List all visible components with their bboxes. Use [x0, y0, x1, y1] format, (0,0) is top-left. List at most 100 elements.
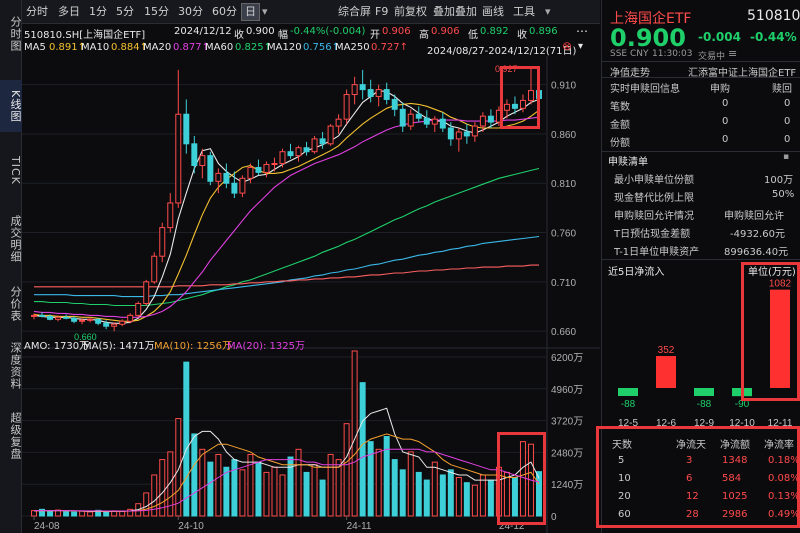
ma250-value: 0.727↑	[371, 42, 409, 53]
tab-trade-detail[interactable]: 成交明细	[0, 208, 22, 270]
volume-bar	[279, 474, 286, 517]
tools-chevron-down-icon[interactable]: ▾	[542, 3, 554, 21]
last-close-value: 0.896	[529, 26, 558, 37]
cash-diff-label: T日预估现金差额	[614, 229, 691, 240]
inflow-date-label: 12-9	[694, 418, 714, 428]
inflow-days-cell: 28	[686, 509, 699, 520]
days-cell: 5	[618, 455, 625, 466]
candle-body	[247, 166, 254, 179]
left-vertical-tabs: 分时图 K线图 TICK 成交明细 分价表 深度资料 超级复盘	[0, 0, 22, 533]
period-60min[interactable]: 60分	[209, 3, 240, 21]
candle-body	[199, 155, 206, 166]
period-timeshare[interactable]: 分时	[23, 3, 51, 21]
period-5min[interactable]: 5分	[113, 3, 137, 21]
volume-bar	[391, 459, 398, 517]
draw-line-button[interactable]: 画线	[479, 3, 507, 21]
high-value: 0.906	[431, 26, 460, 37]
volume-bar	[431, 461, 438, 517]
amo-legend: AMO: 1730万	[24, 341, 90, 352]
tab-timeshare[interactable]: 分时图	[0, 4, 22, 64]
date-label: 2024/12/12	[174, 26, 232, 37]
volume-bar	[327, 453, 334, 517]
volume-bar	[415, 471, 422, 517]
period-1min[interactable]: 1分	[86, 3, 110, 21]
fund-code: 510810	[747, 8, 800, 24]
candle-body	[119, 320, 126, 325]
tab-price-table[interactable]: 分价表	[0, 280, 22, 328]
hamburger-icon[interactable]: ≡	[728, 47, 737, 60]
composite-screen-button[interactable]: 综合屏	[335, 3, 374, 21]
candle-body	[383, 89, 390, 100]
inflow-value-label: -90	[735, 399, 750, 410]
candle-body	[423, 117, 430, 125]
candle-body	[255, 166, 262, 173]
last-close-label: 收	[517, 30, 527, 41]
tab-tick[interactable]: TICK	[0, 140, 22, 200]
candle-body	[463, 131, 470, 137]
expand-icon[interactable]: ▪	[783, 152, 789, 162]
candle-body	[127, 314, 134, 322]
inflow-amount-cell: 1025	[722, 491, 748, 502]
f9-button[interactable]: F9	[372, 3, 391, 21]
inflow-bar	[656, 356, 676, 388]
more-icon[interactable]: ⋯	[576, 24, 588, 38]
close-icon[interactable]: ⊗	[562, 39, 572, 53]
inflow-rate-cell: 0.49%	[768, 509, 800, 520]
tools-button[interactable]: 工具	[510, 3, 538, 21]
ma-line-ma60	[34, 167, 540, 307]
inflow-bar	[618, 388, 638, 396]
volume-bar	[503, 471, 510, 517]
inflow-date-label: 12-6	[656, 418, 676, 428]
currency-label: CNY	[630, 49, 649, 59]
count-label: 笔数	[610, 102, 630, 113]
tab-kline[interactable]: K线图	[0, 80, 22, 132]
candle-body	[375, 89, 382, 97]
inflow-value-label: -88	[621, 399, 636, 410]
volume-bar	[455, 477, 462, 517]
tab-super-replay[interactable]: 超级复盘	[0, 405, 22, 467]
range-chevron-down-icon[interactable]: ▾	[578, 41, 583, 52]
period-30min[interactable]: 30分	[175, 3, 206, 21]
tab-depth-info[interactable]: 深度资料	[0, 335, 22, 397]
volume-bar	[231, 459, 238, 517]
candle-body	[519, 99, 526, 109]
candle-body	[495, 109, 502, 123]
ma-line-ma10	[33, 102, 540, 322]
period-multiday[interactable]: 多日	[55, 3, 83, 21]
overlay-button[interactable]: 叠加叠加	[430, 3, 480, 21]
volume-bar	[79, 510, 86, 517]
period-daily[interactable]: 日	[241, 3, 260, 21]
candle-body	[55, 316, 62, 320]
candle-body	[263, 164, 270, 173]
volume-bar	[271, 466, 278, 517]
low-label: 低	[468, 30, 478, 41]
volume-tick-label: 0	[551, 512, 557, 523]
volume-bar	[263, 471, 270, 517]
volume-legend: AMO: 1730万 MA(5): 1471万 MA(10): 1256万 MA…	[22, 336, 322, 352]
ma5-label: MA5	[24, 42, 46, 53]
shares-subscribe: 0	[722, 134, 729, 145]
creation-list-title: 申赎清单	[608, 157, 648, 168]
candle-body	[271, 163, 278, 166]
inflow-amount-cell: 1348	[722, 455, 748, 466]
candle-body	[471, 125, 478, 137]
candle-body	[287, 151, 294, 157]
vol-ma10-legend: MA(10): 1256万	[154, 341, 232, 352]
days-cell: 10	[618, 473, 631, 484]
open-value: 0.906	[382, 26, 411, 37]
volume-bar	[479, 474, 486, 517]
candle-body	[303, 147, 310, 153]
period-dropdown-icon[interactable]: ▾	[259, 3, 271, 21]
inflow-date-label: 12-5	[618, 418, 638, 428]
days-header: 天数	[612, 440, 632, 451]
volume-bar	[375, 448, 382, 517]
kline-chart-area[interactable]: 0.9100.8600.8100.7600.7100.6600.9270.660…	[22, 56, 600, 533]
forward-adjust-button[interactable]: 前复权	[391, 3, 430, 21]
volume-bar	[511, 477, 518, 517]
x-tick-label: 24-11	[347, 521, 372, 532]
volume-bar	[175, 418, 182, 517]
net-inflow-chart: -88 12-5 352 12-6 -88 12-9 -90 12-10 1082 12-11	[618, 279, 793, 428]
days-cell: 20	[618, 491, 631, 502]
inflow-days-cell: 6	[686, 473, 693, 484]
period-15min[interactable]: 15分	[141, 3, 172, 21]
